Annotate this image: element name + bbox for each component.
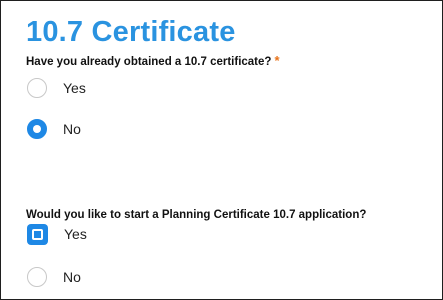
- form-panel: 10.7 Certificate Have you already obtain…: [0, 0, 443, 300]
- option-label: No: [63, 269, 81, 285]
- required-asterisk: *: [274, 53, 280, 68]
- option-label: No: [63, 121, 81, 137]
- obtained-no-option[interactable]: No: [27, 118, 81, 140]
- start-application-yes-checkbox[interactable]: [27, 223, 48, 245]
- start-application-no-radio[interactable]: [27, 267, 47, 287]
- obtained-yes-option[interactable]: Yes: [27, 77, 86, 99]
- obtained-no-radio[interactable]: [27, 119, 47, 139]
- start-application-no-option[interactable]: No: [27, 266, 81, 288]
- option-label: Yes: [63, 80, 86, 96]
- section-title: 10.7 Certificate: [26, 16, 236, 48]
- option-label: Yes: [64, 226, 87, 242]
- start-application-yes-option[interactable]: Yes: [27, 223, 87, 245]
- question-label: Would you like to start a Planning Certi…: [26, 209, 367, 221]
- obtained-yes-radio[interactable]: [27, 78, 47, 98]
- question-label: Have you already obtained a 10.7 certifi…: [26, 56, 272, 68]
- question-obtained-certificate: Have you already obtained a 10.7 certifi…: [26, 54, 280, 69]
- question-start-application: Would you like to start a Planning Certi…: [26, 208, 366, 222]
